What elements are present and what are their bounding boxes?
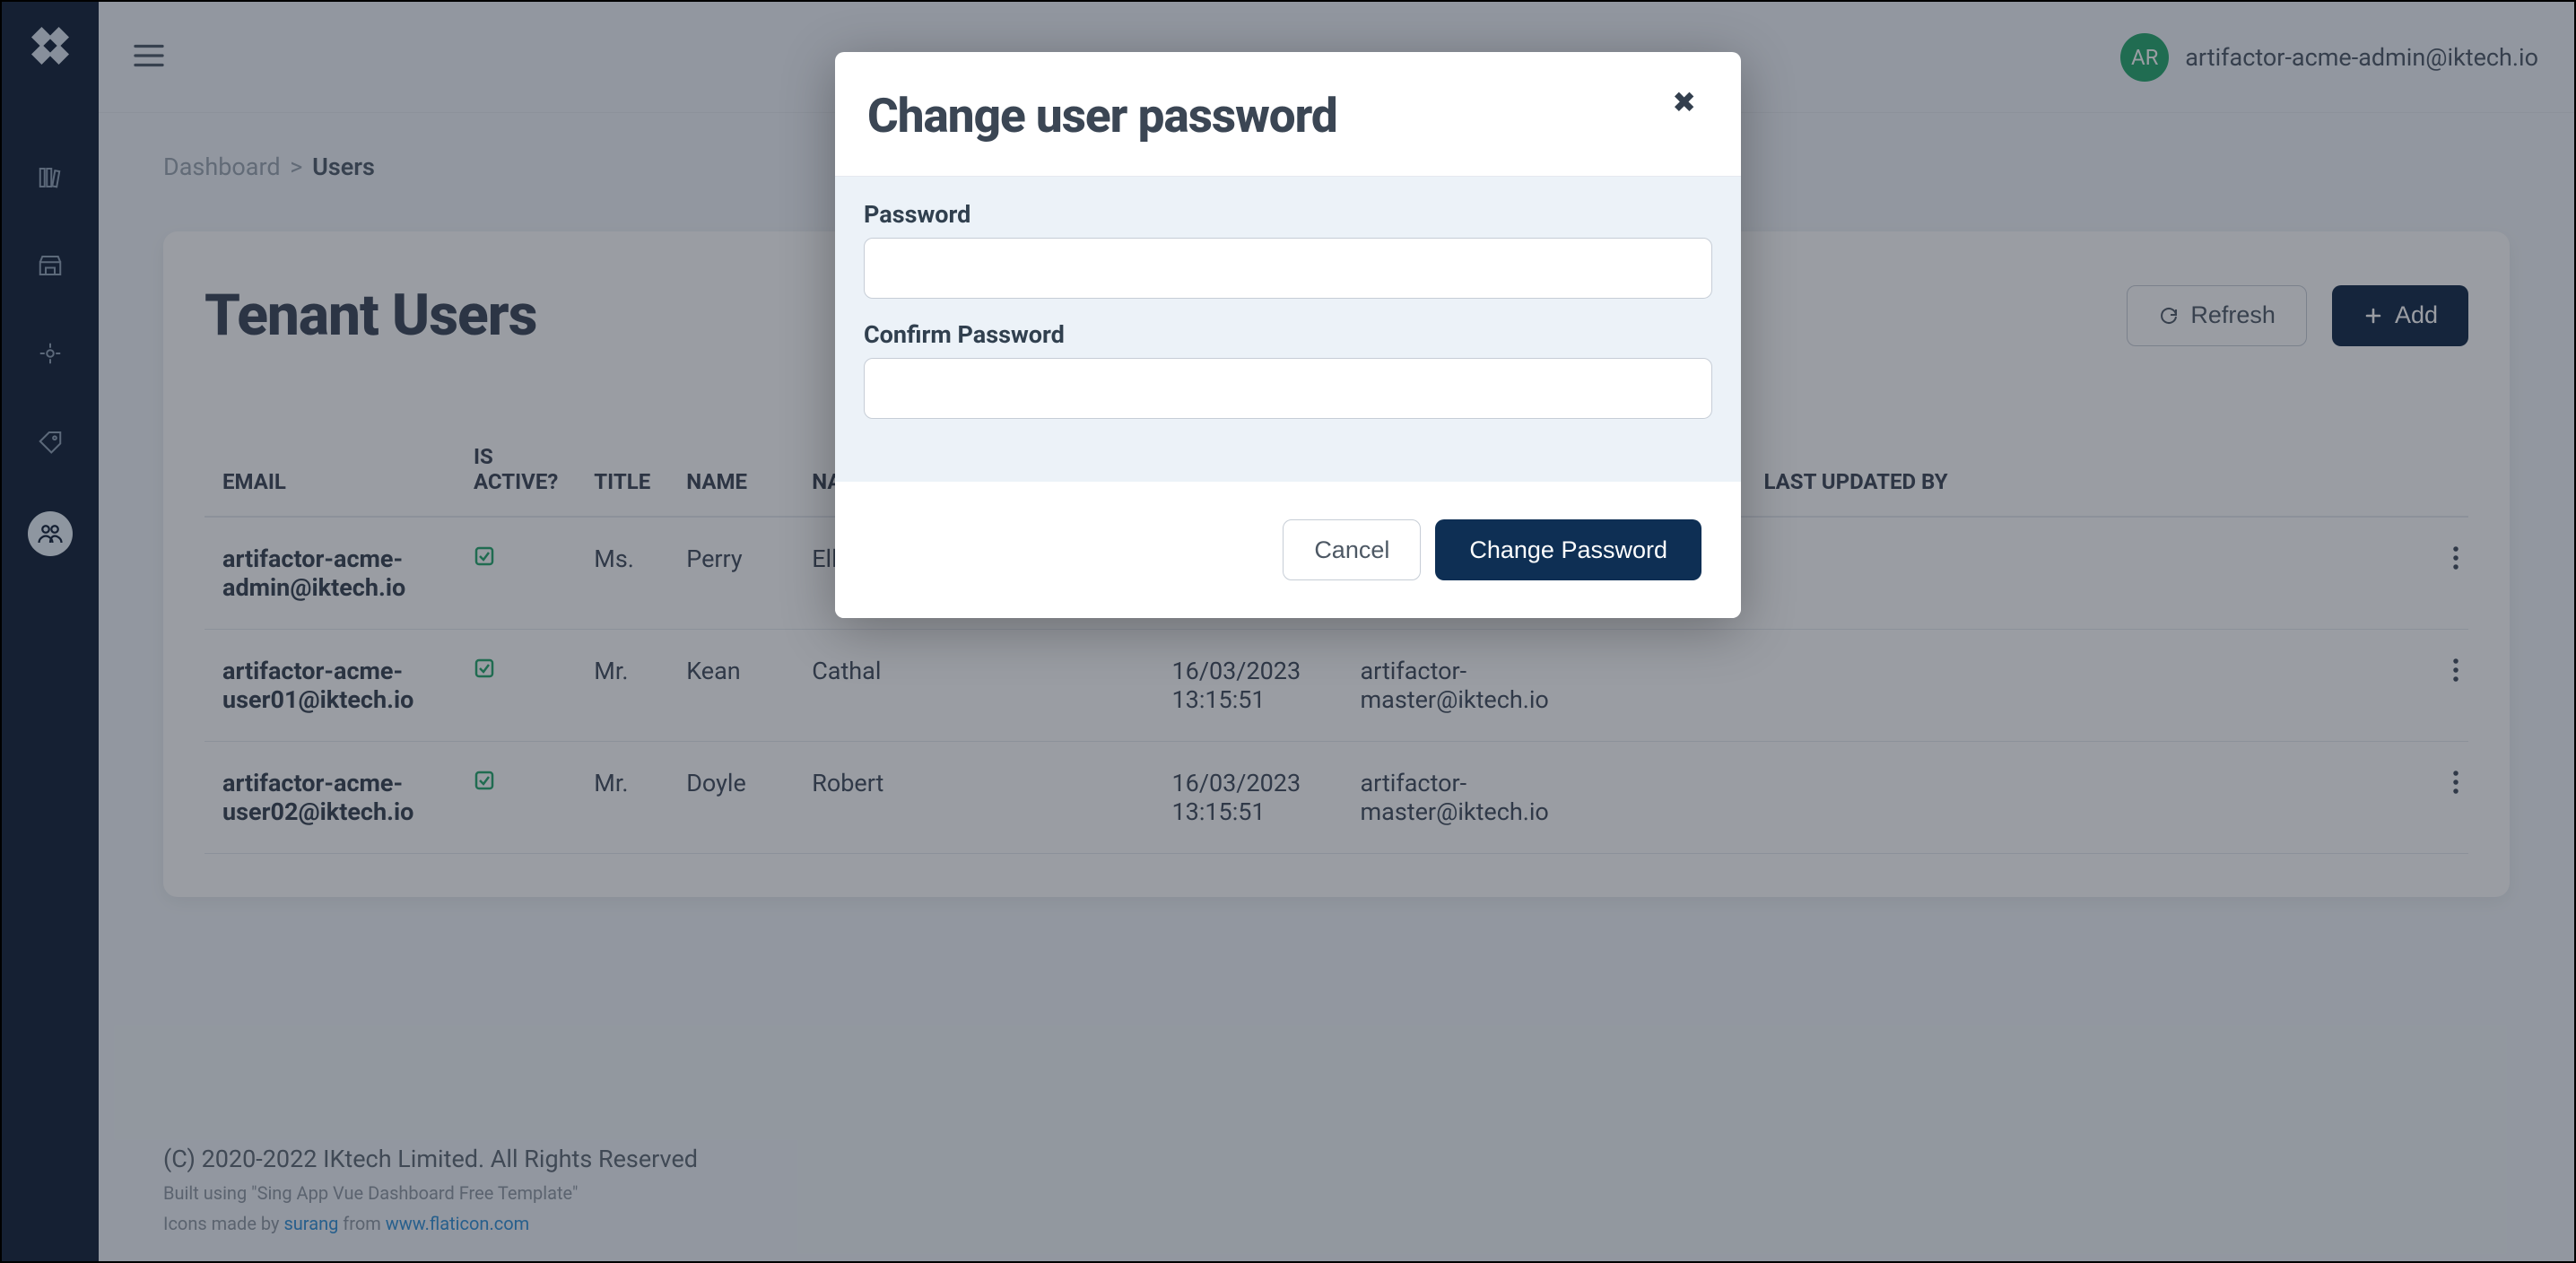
modal-overlay[interactable]: Change user password ✖ Password Confirm … bbox=[2, 2, 2574, 1261]
close-icon: ✖ bbox=[1672, 85, 1696, 119]
change-password-button[interactable]: Change Password bbox=[1435, 519, 1701, 580]
confirm-password-label: Confirm Password bbox=[864, 320, 1712, 349]
cancel-button[interactable]: Cancel bbox=[1283, 519, 1421, 580]
confirm-password-input[interactable] bbox=[864, 358, 1712, 419]
password-input[interactable] bbox=[864, 238, 1712, 299]
change-password-modal: Change user password ✖ Password Confirm … bbox=[835, 52, 1741, 618]
modal-close-button[interactable]: ✖ bbox=[1672, 88, 1696, 117]
password-label: Password bbox=[864, 200, 1712, 229]
modal-title: Change user password bbox=[867, 88, 1337, 144]
